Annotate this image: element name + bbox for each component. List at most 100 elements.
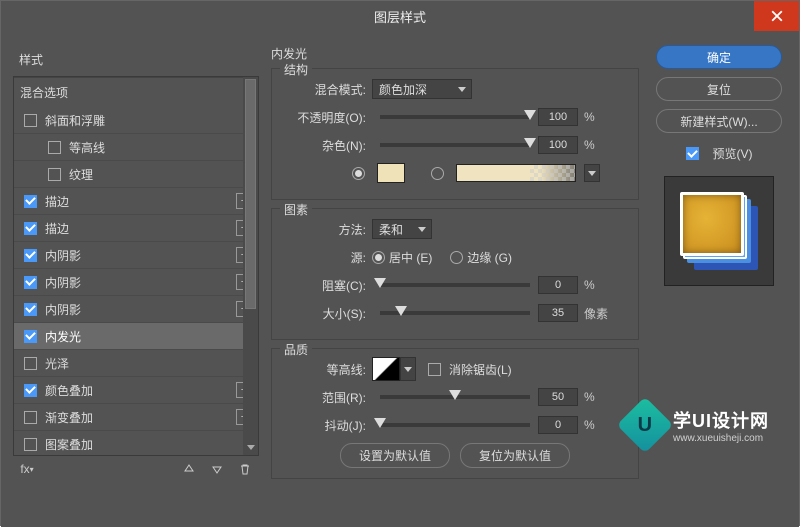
color-swatch[interactable] bbox=[377, 163, 405, 183]
style-item-label: 描边 bbox=[45, 193, 69, 210]
gradient-swatch[interactable] bbox=[456, 164, 576, 182]
scrollbar-down-icon[interactable] bbox=[243, 440, 258, 455]
opacity-unit: % bbox=[584, 110, 595, 124]
range-slider[interactable] bbox=[380, 395, 530, 399]
style-item-label: 等高线 bbox=[69, 139, 105, 156]
trash-icon[interactable] bbox=[237, 461, 253, 477]
quality-legend: 品质 bbox=[280, 341, 312, 358]
noise-input[interactable] bbox=[538, 136, 578, 154]
style-list-footer: fx▾ bbox=[13, 456, 259, 482]
size-label: 大小(S): bbox=[282, 305, 372, 322]
style-item[interactable]: 内阴影+ bbox=[14, 269, 258, 296]
watermark-title: 学UI设计网 bbox=[673, 407, 769, 433]
size-unit: 像素 bbox=[584, 305, 608, 322]
panel-title: 内发光 bbox=[271, 45, 639, 62]
elements-fieldset: 图素 方法: 柔和 源: 居中 (E) 边缘 (G) 阻塞(C): % bbox=[271, 208, 639, 340]
style-item[interactable]: 渐变叠加+ bbox=[14, 404, 258, 431]
opacity-input[interactable] bbox=[538, 108, 578, 126]
close-button[interactable] bbox=[754, 1, 799, 31]
ok-button[interactable]: 确定 bbox=[656, 45, 782, 69]
noise-label: 杂色(N): bbox=[282, 137, 372, 154]
technique-label: 方法: bbox=[282, 221, 372, 238]
make-default-button[interactable]: 设置为默认值 bbox=[340, 443, 450, 468]
style-checkbox[interactable] bbox=[24, 249, 37, 262]
color-radio[interactable] bbox=[352, 167, 365, 180]
contour-dropdown-icon[interactable] bbox=[400, 357, 416, 381]
settings-panel: 内发光 结构 混合模式: 颜色加深 不透明度(O): % 杂色(N): bbox=[267, 43, 643, 515]
scrollbar-thumb[interactable] bbox=[245, 79, 256, 309]
jitter-unit: % bbox=[584, 418, 595, 432]
style-checkbox[interactable] bbox=[24, 357, 37, 370]
style-checkbox[interactable] bbox=[24, 276, 37, 289]
style-checkbox[interactable] bbox=[24, 222, 37, 235]
style-item[interactable]: 内发光 bbox=[14, 323, 258, 350]
gradient-radio[interactable] bbox=[431, 167, 444, 180]
size-input[interactable] bbox=[538, 304, 578, 322]
style-item[interactable]: 颜色叠加+ bbox=[14, 377, 258, 404]
close-icon bbox=[771, 10, 783, 22]
style-checkbox[interactable] bbox=[24, 330, 37, 343]
styles-panel: 样式 混合选项 斜面和浮雕等高线纹理描边+描边+内阴影+内阴影+内阴影+内发光光… bbox=[13, 43, 259, 515]
style-item[interactable]: 光泽 bbox=[14, 350, 258, 377]
style-list: 混合选项 斜面和浮雕等高线纹理描边+描边+内阴影+内阴影+内阴影+内发光光泽颜色… bbox=[13, 76, 259, 456]
structure-fieldset: 结构 混合模式: 颜色加深 不透明度(O): % 杂色(N): % bbox=[271, 68, 639, 200]
style-item[interactable]: 纹理 bbox=[14, 161, 258, 188]
choke-unit: % bbox=[584, 278, 595, 292]
noise-slider[interactable] bbox=[380, 143, 530, 147]
style-item[interactable]: 内阴影+ bbox=[14, 242, 258, 269]
style-checkbox[interactable] bbox=[48, 141, 61, 154]
scrollbar[interactable] bbox=[243, 77, 258, 455]
source-edge-radio[interactable] bbox=[450, 251, 463, 264]
cancel-button[interactable]: 复位 bbox=[656, 77, 782, 101]
style-checkbox[interactable] bbox=[24, 114, 37, 127]
style-checkbox[interactable] bbox=[24, 411, 37, 424]
jitter-slider[interactable] bbox=[380, 423, 530, 427]
fx-menu-icon[interactable]: fx▾ bbox=[19, 461, 35, 477]
style-item[interactable]: 图案叠加 bbox=[14, 431, 258, 456]
blend-mode-select[interactable]: 颜色加深 bbox=[372, 79, 472, 99]
style-item-label: 内阴影 bbox=[45, 301, 81, 318]
contour-label: 等高线: bbox=[282, 361, 372, 378]
gradient-dropdown-icon[interactable] bbox=[584, 164, 600, 182]
style-item-label: 颜色叠加 bbox=[45, 382, 93, 399]
jitter-input[interactable] bbox=[538, 416, 578, 434]
opacity-slider[interactable] bbox=[380, 115, 530, 119]
style-checkbox[interactable] bbox=[48, 168, 61, 181]
quality-fieldset: 品质 等高线: 消除锯齿(L) 范围(R): % 抖动(J): bbox=[271, 348, 639, 479]
style-item-label: 斜面和浮雕 bbox=[45, 112, 105, 129]
choke-input[interactable] bbox=[538, 276, 578, 294]
style-checkbox[interactable] bbox=[24, 438, 37, 451]
antialias-label: 消除锯齿(L) bbox=[449, 361, 512, 378]
new-style-button[interactable]: 新建样式(W)... bbox=[656, 109, 782, 133]
choke-slider[interactable] bbox=[380, 283, 530, 287]
preview-thumbnail bbox=[680, 192, 744, 256]
range-unit: % bbox=[584, 390, 595, 404]
source-center-radio[interactable] bbox=[372, 251, 385, 264]
style-item-label: 内发光 bbox=[45, 328, 81, 345]
noise-unit: % bbox=[584, 138, 595, 152]
blend-options-header[interactable]: 混合选项 bbox=[14, 77, 258, 107]
watermark-logo-icon: U bbox=[617, 397, 674, 454]
reset-default-button[interactable]: 复位为默认值 bbox=[460, 443, 570, 468]
preview-checkbox[interactable] bbox=[686, 147, 699, 160]
size-slider[interactable] bbox=[380, 311, 530, 315]
move-down-icon[interactable] bbox=[209, 461, 225, 477]
technique-select[interactable]: 柔和 bbox=[372, 219, 432, 239]
style-item-label: 内阴影 bbox=[45, 247, 81, 264]
style-checkbox[interactable] bbox=[24, 303, 37, 316]
antialias-checkbox[interactable] bbox=[428, 363, 441, 376]
jitter-label: 抖动(J): bbox=[282, 417, 372, 434]
style-item[interactable]: 描边+ bbox=[14, 188, 258, 215]
move-up-icon[interactable] bbox=[181, 461, 197, 477]
contour-swatch[interactable] bbox=[372, 357, 400, 381]
range-label: 范围(R): bbox=[282, 389, 372, 406]
style-item[interactable]: 内阴影+ bbox=[14, 296, 258, 323]
style-item[interactable]: 等高线 bbox=[14, 134, 258, 161]
style-checkbox[interactable] bbox=[24, 195, 37, 208]
range-input[interactable] bbox=[538, 388, 578, 406]
style-item[interactable]: 斜面和浮雕 bbox=[14, 107, 258, 134]
style-checkbox[interactable] bbox=[24, 384, 37, 397]
style-item-label: 光泽 bbox=[45, 355, 69, 372]
source-label: 源: bbox=[282, 249, 372, 266]
style-item[interactable]: 描边+ bbox=[14, 215, 258, 242]
